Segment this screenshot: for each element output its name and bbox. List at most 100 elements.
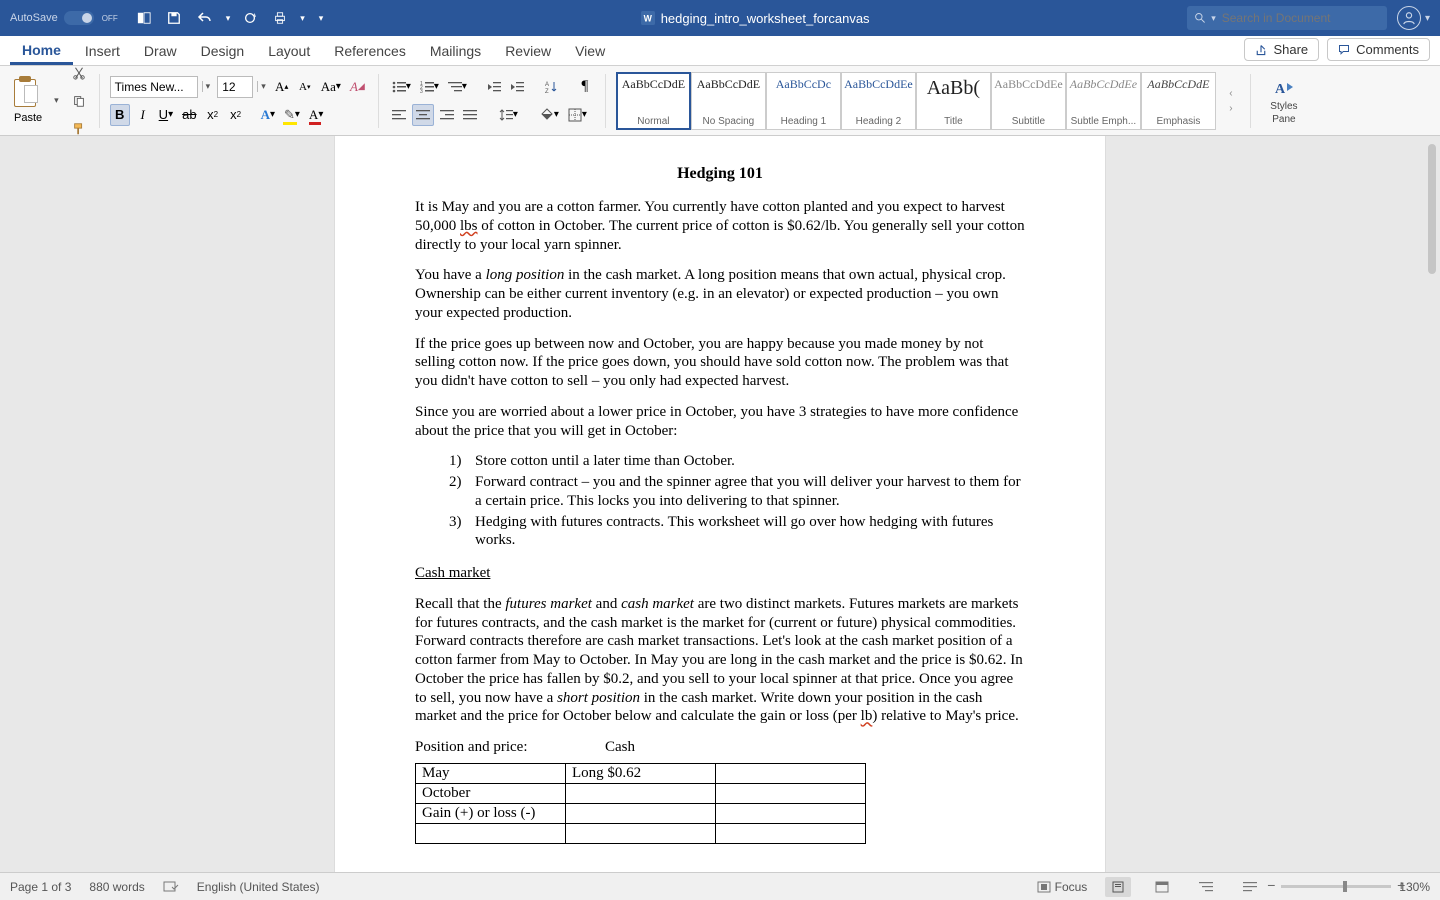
svg-text:A: A [1275, 82, 1286, 97]
web-layout-view-icon[interactable] [1149, 877, 1175, 897]
font-size-select[interactable]: 12 [217, 76, 253, 98]
tab-review[interactable]: Review [493, 43, 563, 65]
share-label: Share [1273, 42, 1308, 57]
subscript-button[interactable]: x2 [203, 104, 223, 126]
style-tile-normal[interactable]: AaBbCcDdENormal [616, 72, 691, 130]
vertical-scrollbar[interactable] [1426, 140, 1438, 868]
focus-mode-button[interactable]: Focus [1037, 880, 1088, 894]
paste-button[interactable]: Paste [8, 77, 48, 124]
scrollbar-thumb[interactable] [1428, 144, 1436, 274]
align-center-icon[interactable] [412, 104, 434, 126]
styles-pane-label2: Pane [1272, 114, 1295, 125]
document-page[interactable]: Hedging 101 It is May and you are a cott… [335, 136, 1105, 872]
style-tile-no-spacing[interactable]: AaBbCcDdENo Spacing [691, 72, 766, 130]
clear-formatting-icon[interactable]: A◢ [347, 76, 368, 98]
styles-scroll[interactable]: ‹› [1222, 88, 1240, 114]
tab-layout[interactable]: Layout [256, 43, 322, 65]
bold-button[interactable]: B [110, 104, 130, 126]
sort-icon[interactable]: AZ [541, 76, 561, 98]
multilevel-list-icon[interactable]: ▾ [445, 76, 470, 98]
show-marks-icon[interactable]: ¶ [575, 76, 595, 98]
undo-icon[interactable] [194, 7, 216, 29]
share-icon [1255, 44, 1267, 56]
paste-caret[interactable]: ▾ [54, 95, 59, 106]
spellcheck-icon[interactable] [163, 880, 179, 894]
style-tile-subtitle[interactable]: AaBbCcDdEeSubtitle [991, 72, 1066, 130]
table-row: MayLong $0.62 [416, 763, 866, 783]
style-tile-heading-1[interactable]: AaBbCcDcHeading 1 [766, 72, 841, 130]
outline-view-icon[interactable] [1193, 877, 1219, 897]
shading-icon[interactable]: ▾ [537, 104, 562, 126]
justify-icon[interactable] [460, 104, 480, 126]
style-tile-emphasis[interactable]: AaBbCcDdEEmphasis [1141, 72, 1216, 130]
increase-indent-icon[interactable] [507, 76, 527, 98]
borders-icon[interactable]: ▾ [565, 104, 590, 126]
comment-icon [1338, 44, 1350, 56]
tab-design[interactable]: Design [189, 43, 257, 65]
style-tile-heading-2[interactable]: AaBbCcDdEeHeading 2 [841, 72, 916, 130]
font-color-icon[interactable]: A ▾ [306, 104, 326, 126]
save-icon[interactable] [164, 7, 184, 29]
search-input[interactable] [1222, 11, 1379, 25]
draft-view-icon[interactable] [1237, 877, 1263, 897]
focus-icon [1037, 881, 1051, 893]
styles-pane-icon: A [1273, 77, 1295, 99]
copy-icon[interactable] [69, 90, 89, 112]
change-case-icon[interactable]: Aa ▾ [318, 76, 344, 98]
print-layout-view-icon[interactable] [1105, 877, 1131, 897]
tab-draw[interactable]: Draw [132, 43, 189, 65]
word-count[interactable]: 880 words [89, 880, 144, 894]
svg-text:3: 3 [420, 89, 423, 93]
undo-caret[interactable]: ▾ [226, 13, 231, 24]
share-button[interactable]: Share [1244, 38, 1319, 61]
paragraph: It is May and you are a cotton farmer. Y… [415, 198, 1025, 254]
underline-button[interactable]: U ▾ [156, 104, 176, 126]
styles-pane-button[interactable]: A Styles Pane [1261, 77, 1307, 125]
paragraph: Since you are worried about a lower pric… [415, 403, 1025, 441]
align-right-icon[interactable] [437, 104, 457, 126]
position-label: Position and price: [415, 738, 605, 757]
zoom-in-button[interactable]: + [1397, 877, 1405, 893]
tab-view[interactable]: View [563, 43, 617, 65]
autosave-toggle[interactable]: AutoSave OFF [10, 11, 120, 25]
list-item: Hedging with futures contracts. This wor… [469, 513, 1025, 551]
table-row: Gain (+) or loss (-) [416, 803, 866, 823]
text-effects-icon[interactable]: A ▾ [258, 104, 278, 126]
print-caret[interactable]: ▾ [300, 13, 305, 24]
shrink-font-icon[interactable]: A▾ [295, 76, 315, 98]
redo-icon[interactable] [240, 7, 260, 29]
line-spacing-icon[interactable]: ▾ [496, 104, 521, 126]
italic-button[interactable]: I [133, 104, 153, 126]
page-indicator[interactable]: Page 1 of 3 [10, 880, 71, 894]
highlight-icon[interactable]: ✎ ▾ [281, 104, 303, 126]
home-icon[interactable] [134, 7, 154, 29]
user-account-icon[interactable] [1397, 6, 1421, 30]
zoom-out-button[interactable]: − [1267, 877, 1275, 893]
bullets-icon[interactable]: ▾ [389, 76, 414, 98]
decrease-indent-icon[interactable] [484, 76, 504, 98]
zoom-knob[interactable] [1343, 881, 1347, 892]
zoom-slider[interactable]: −+ [1281, 885, 1391, 888]
font-group: Times New...▾ 12▾ A▴ A▾ Aa ▾ A◢ B I U ▾ … [110, 76, 368, 126]
tab-mailings[interactable]: Mailings [418, 43, 493, 65]
user-caret[interactable]: ▾ [1425, 13, 1430, 24]
status-bar: Page 1 of 3 880 words English (United St… [0, 872, 1440, 900]
font-name-select[interactable]: Times New... [110, 76, 198, 98]
numbering-icon[interactable]: 123▾ [417, 76, 442, 98]
styles-gallery: AaBbCcDdENormalAaBbCcDdENo SpacingAaBbCc… [616, 72, 1216, 130]
cut-icon[interactable] [69, 62, 89, 84]
font-name-caret[interactable]: ▾ [202, 81, 214, 92]
style-tile-subtle-emph-[interactable]: AaBbCcDdEeSubtle Emph... [1066, 72, 1141, 130]
strikethrough-button[interactable]: ab [179, 104, 199, 126]
superscript-button[interactable]: x2 [226, 104, 246, 126]
grow-font-icon[interactable]: A▴ [272, 76, 292, 98]
search-box[interactable]: ▾ [1187, 6, 1387, 30]
tab-references[interactable]: References [322, 43, 418, 65]
print-icon[interactable] [270, 7, 290, 29]
font-size-caret[interactable]: ▾ [257, 81, 269, 92]
style-tile-title[interactable]: AaBb(Title [916, 72, 991, 130]
autosave-label: AutoSave [10, 12, 58, 24]
comments-button[interactable]: Comments [1327, 38, 1430, 61]
align-left-icon[interactable] [389, 104, 409, 126]
language-indicator[interactable]: English (United States) [197, 880, 320, 894]
